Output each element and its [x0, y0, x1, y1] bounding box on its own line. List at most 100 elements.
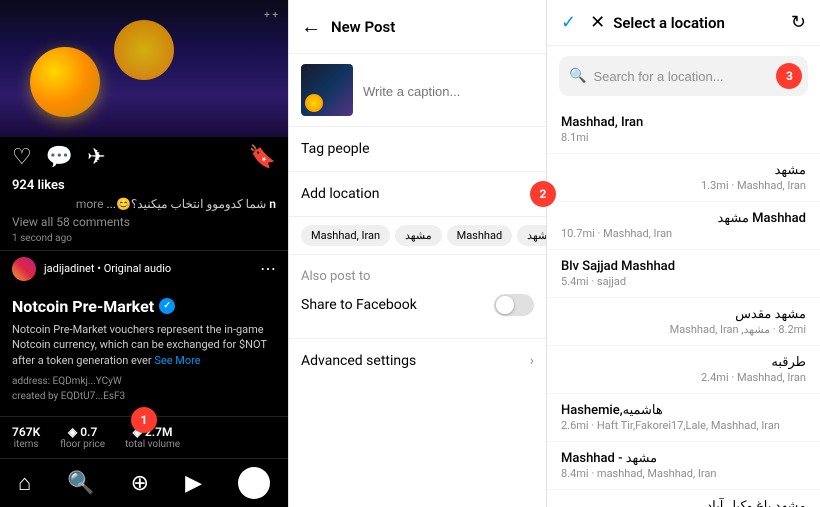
post-image: + + — [0, 0, 288, 137]
location-detail: 8.4mi · mashhad, Mashhad, Iran — [561, 467, 806, 480]
stat-items: 767K items — [12, 425, 40, 450]
back-arrow-icon[interactable]: ← — [301, 14, 321, 39]
location-detail: 10.7mi · Mashhad, Iran — [561, 227, 806, 240]
location-name: مشهد مقدس — [561, 307, 806, 322]
bookmark-icon[interactable]: 🔖 — [249, 145, 276, 170]
location-tags-row: Mashhad, Iran مشهد Mashhad مشهد Blv N — [289, 217, 546, 255]
list-item[interactable]: Mashhad مشهد 10.7mi · Mashhad, Iran — [547, 202, 820, 250]
location-name: Blv Sajjad Mashhad — [561, 259, 806, 274]
location-tag-0[interactable]: Mashhad, Iran — [301, 225, 390, 246]
floor-label: floor price — [60, 439, 105, 450]
stat-items-label: items — [14, 439, 39, 450]
audio-user[interactable]: jadijadinet — [44, 262, 95, 275]
post-title: Notcoin Pre-Market ✓ — [12, 297, 276, 316]
location-tag-1[interactable]: مشهد — [395, 225, 442, 246]
advanced-settings-label: Advanced settings — [301, 353, 416, 369]
location-name: مشهد باغ وکیل آباد — [561, 499, 806, 507]
also-post-section: Also post to Share to Facebook — [289, 255, 546, 339]
profile-avatar[interactable] — [238, 467, 270, 499]
reels-icon[interactable]: ▶ — [185, 471, 202, 496]
list-item[interactable]: Mashhad - مشهد 8.4mi · mashhad, Mashhad,… — [547, 442, 820, 490]
post-created: created by EQDtU7...EsF3 — [12, 391, 276, 402]
location-tag-2[interactable]: Mashhad — [447, 225, 513, 246]
stats-bar: 1 767K items ◈ 0.7 floor price ◈ 2.7M to… — [0, 416, 288, 458]
more-link[interactable]: more — [76, 197, 104, 211]
location-name: مشهد — [561, 163, 806, 178]
home-icon[interactable]: ⌂ — [18, 470, 31, 496]
likes-count: 924 likes — [0, 178, 288, 197]
thumb-gold-circle — [305, 94, 323, 112]
select-location-panel: ✓ ✕ Select a location ↻ 🔍 3 Mashhad, Ira… — [546, 0, 820, 507]
floor-icon: ◈ — [68, 425, 77, 439]
caption-username[interactable]: n — [269, 197, 276, 211]
list-item[interactable]: طرقبه 2.4mi · Mashhad, Iran — [547, 346, 820, 394]
badge-1: 1 — [131, 407, 157, 433]
chevron-right-icon: › — [530, 353, 534, 369]
verified-badge-icon: ✓ — [159, 298, 175, 314]
audio-options-icon[interactable]: ⋯ — [260, 259, 276, 278]
location-search-input[interactable] — [593, 69, 769, 84]
bottom-navigation: ⌂ 🔍 ⊕ ▶ — [0, 458, 288, 507]
select-location-title: Select a location — [613, 14, 783, 32]
caption-input[interactable] — [363, 64, 539, 116]
location-name: طرقبه — [561, 355, 806, 370]
location-header: ✓ ✕ Select a location ↻ — [547, 0, 820, 46]
location-search-bar: 🔍 3 — [559, 56, 808, 96]
share-icon[interactable]: ✈ — [87, 145, 105, 170]
add-icon[interactable]: ⊕ — [131, 471, 149, 496]
toggle-knob — [496, 296, 514, 314]
audio-label[interactable]: Original audio — [104, 262, 171, 275]
timestamp: 1 second ago — [0, 233, 288, 250]
location-detail: 8.1mi — [561, 131, 806, 144]
audio-bar: jadijadinet • Original audio ⋯ — [0, 250, 288, 287]
new-post-title: New Post — [331, 18, 395, 36]
badge-2: 2 — [530, 181, 556, 207]
heart-icon[interactable]: ♡ — [12, 145, 32, 170]
gold-circle-icon — [30, 47, 100, 117]
location-name: Hashemie,هاشمیه — [561, 403, 806, 418]
list-item[interactable]: مشهد باغ وکیل آباد 1.4mi · باغ وکیل آباد… — [547, 490, 820, 507]
list-item[interactable]: Hashemie,هاشمیه 2.6mi · Haft Tir,Fakorei… — [547, 394, 820, 442]
facebook-toggle[interactable] — [494, 294, 534, 316]
location-list: Mashhad, Iran 8.1mi مشهد 1.3mi · Mashhad… — [547, 106, 820, 507]
list-item[interactable]: Mashhad, Iran 8.1mi — [547, 106, 820, 154]
search-icon: 🔍 — [569, 68, 586, 84]
comment-icon[interactable]: 💬 — [46, 145, 73, 170]
advanced-settings-item[interactable]: Advanced settings › — [289, 339, 546, 383]
location-detail: 5.4mi · sajjad — [561, 275, 806, 288]
post-address: address: EQDmkj...YCyW — [12, 376, 276, 387]
list-item[interactable]: مشهد مقدس 8.2mi · مشهد, Mashhad, Iran — [547, 298, 820, 346]
post-thumbnail — [301, 64, 353, 116]
refresh-icon[interactable]: ↻ — [791, 12, 806, 33]
location-name: Mashhad - مشهد — [561, 451, 806, 466]
stat-floor: ◈ 0.7 floor price — [60, 425, 105, 450]
location-detail: 2.6mi · Haft Tir,Fakorei17,Lale, Mashhad… — [561, 419, 806, 432]
location-tag-3[interactable]: مشهد — [517, 225, 546, 246]
tag-people-label: Tag people — [301, 141, 370, 157]
floor-val: 0.7 — [80, 425, 97, 439]
location-detail: 8.2mi · مشهد, Mashhad, Iran — [561, 323, 806, 336]
see-more-link[interactable]: See More — [154, 354, 200, 367]
add-location-item[interactable]: Add location 2 — [289, 172, 546, 217]
checkmark-icon[interactable]: ✓ — [561, 12, 576, 33]
list-item[interactable]: مشهد 1.3mi · Mashhad, Iran — [547, 154, 820, 202]
also-post-label: Also post to — [301, 269, 534, 284]
post-content: Notcoin Pre-Market ✓ Notcoin Pre-Market … — [0, 287, 288, 416]
post-image-inner: + + — [0, 0, 288, 137]
audio-avatar — [12, 257, 36, 281]
post-actions-bar: ♡ 💬 ✈ 🔖 — [0, 137, 288, 178]
post-description-text: Notcoin Pre-Market vouchers represent th… — [12, 323, 267, 367]
tag-people-item[interactable]: Tag people — [289, 127, 546, 172]
add-location-label: Add location — [301, 186, 379, 202]
close-icon[interactable]: ✕ — [590, 12, 605, 33]
facebook-label: Share to Facebook — [301, 297, 417, 313]
audio-info: jadijadinet • Original audio — [44, 262, 171, 275]
facebook-share-row: Share to Facebook — [301, 294, 534, 316]
post-title-text: Notcoin Pre-Market — [12, 297, 154, 316]
post-description: Notcoin Pre-Market vouchers represent th… — [12, 322, 276, 368]
comments-link[interactable]: View all 58 comments — [0, 215, 288, 233]
volume-label: total volume — [125, 439, 180, 450]
list-item[interactable]: Blv Sajjad Mashhad 5.4mi · sajjad — [547, 250, 820, 298]
search-nav-icon[interactable]: 🔍 — [67, 471, 94, 496]
badge-3: 3 — [776, 63, 802, 89]
